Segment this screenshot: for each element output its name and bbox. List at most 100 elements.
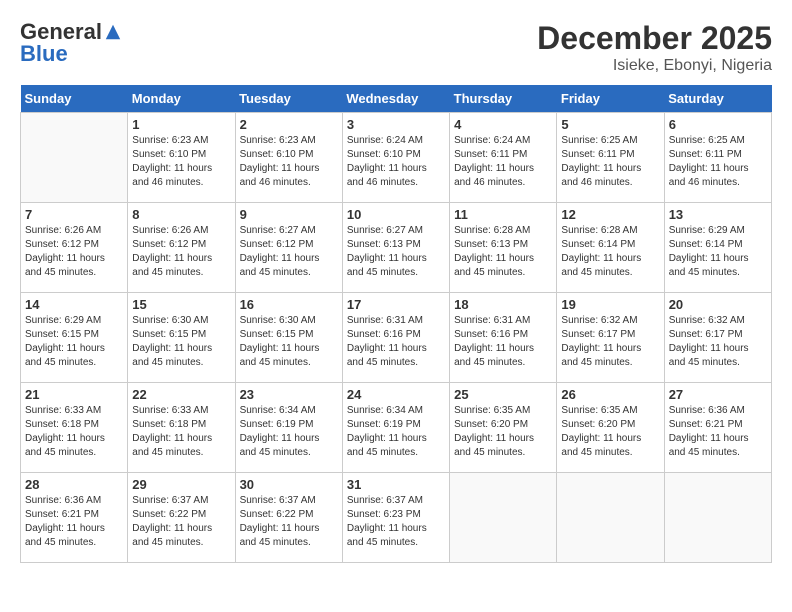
cell-sunrise: Sunrise: 6:23 AM: [132, 134, 230, 148]
cell-sunrise: Sunrise: 6:33 AM: [25, 404, 123, 418]
week-row-1: 7 Sunrise: 6:26 AM Sunset: 6:12 PM Dayli…: [21, 203, 772, 293]
cell-daylight: Daylight: 11 hours and 45 minutes.: [669, 342, 767, 370]
cell-sunrise: Sunrise: 6:24 AM: [347, 134, 445, 148]
table-row: 5 Sunrise: 6:25 AM Sunset: 6:11 PM Dayli…: [557, 113, 664, 203]
cell-daylight: Daylight: 11 hours and 45 minutes.: [669, 432, 767, 460]
table-row: 7 Sunrise: 6:26 AM Sunset: 6:12 PM Dayli…: [21, 203, 128, 293]
cell-date: 10: [347, 207, 445, 222]
cell-sunrise: Sunrise: 6:37 AM: [240, 494, 338, 508]
cell-sunrise: Sunrise: 6:37 AM: [132, 494, 230, 508]
cell-date: 18: [454, 297, 552, 312]
cell-sunset: Sunset: 6:13 PM: [454, 238, 552, 252]
cell-date: 17: [347, 297, 445, 312]
calendar-table: Sunday Monday Tuesday Wednesday Thursday…: [20, 85, 772, 563]
cell-date: 16: [240, 297, 338, 312]
table-row: 14 Sunrise: 6:29 AM Sunset: 6:15 PM Dayl…: [21, 293, 128, 383]
cell-date: 19: [561, 297, 659, 312]
table-row: 28 Sunrise: 6:36 AM Sunset: 6:21 PM Dayl…: [21, 473, 128, 563]
cell-daylight: Daylight: 11 hours and 46 minutes.: [132, 162, 230, 190]
cell-sunset: Sunset: 6:15 PM: [132, 328, 230, 342]
page-title: December 2025: [537, 20, 772, 57]
cell-date: 26: [561, 387, 659, 402]
week-row-3: 21 Sunrise: 6:33 AM Sunset: 6:18 PM Dayl…: [21, 383, 772, 473]
cell-sunrise: Sunrise: 6:26 AM: [25, 224, 123, 238]
cell-sunset: Sunset: 6:18 PM: [25, 418, 123, 432]
cell-sunset: Sunset: 6:10 PM: [240, 148, 338, 162]
cell-sunset: Sunset: 6:21 PM: [25, 508, 123, 522]
cell-sunrise: Sunrise: 6:35 AM: [561, 404, 659, 418]
cell-sunset: Sunset: 6:23 PM: [347, 508, 445, 522]
cell-date: 13: [669, 207, 767, 222]
cell-sunset: Sunset: 6:10 PM: [347, 148, 445, 162]
cell-daylight: Daylight: 11 hours and 45 minutes.: [25, 252, 123, 280]
cell-sunrise: Sunrise: 6:36 AM: [669, 404, 767, 418]
cell-date: 28: [25, 477, 123, 492]
col-monday: Monday: [128, 85, 235, 113]
cell-date: 14: [25, 297, 123, 312]
logo-blue: Blue: [20, 42, 122, 66]
cell-sunrise: Sunrise: 6:30 AM: [240, 314, 338, 328]
table-row: 24 Sunrise: 6:34 AM Sunset: 6:19 PM Dayl…: [342, 383, 449, 473]
cell-sunrise: Sunrise: 6:29 AM: [25, 314, 123, 328]
table-row: 18 Sunrise: 6:31 AM Sunset: 6:16 PM Dayl…: [450, 293, 557, 383]
week-row-2: 14 Sunrise: 6:29 AM Sunset: 6:15 PM Dayl…: [21, 293, 772, 383]
cell-sunrise: Sunrise: 6:31 AM: [454, 314, 552, 328]
cell-date: 6: [669, 117, 767, 132]
cell-sunrise: Sunrise: 6:28 AM: [561, 224, 659, 238]
cell-sunset: Sunset: 6:16 PM: [347, 328, 445, 342]
table-row: 25 Sunrise: 6:35 AM Sunset: 6:20 PM Dayl…: [450, 383, 557, 473]
cell-sunset: Sunset: 6:14 PM: [669, 238, 767, 252]
cell-sunrise: Sunrise: 6:24 AM: [454, 134, 552, 148]
cell-sunset: Sunset: 6:12 PM: [25, 238, 123, 252]
cell-date: 7: [25, 207, 123, 222]
cell-daylight: Daylight: 11 hours and 46 minutes.: [240, 162, 338, 190]
cell-daylight: Daylight: 11 hours and 45 minutes.: [240, 342, 338, 370]
cell-sunset: Sunset: 6:22 PM: [240, 508, 338, 522]
table-row: 3 Sunrise: 6:24 AM Sunset: 6:10 PM Dayli…: [342, 113, 449, 203]
table-row: 8 Sunrise: 6:26 AM Sunset: 6:12 PM Dayli…: [128, 203, 235, 293]
cell-sunrise: Sunrise: 6:25 AM: [669, 134, 767, 148]
cell-daylight: Daylight: 11 hours and 45 minutes.: [132, 252, 230, 280]
table-row: 17 Sunrise: 6:31 AM Sunset: 6:16 PM Dayl…: [342, 293, 449, 383]
cell-sunrise: Sunrise: 6:26 AM: [132, 224, 230, 238]
cell-daylight: Daylight: 11 hours and 45 minutes.: [454, 252, 552, 280]
cell-daylight: Daylight: 11 hours and 45 minutes.: [454, 432, 552, 460]
table-row: [664, 473, 771, 563]
cell-daylight: Daylight: 11 hours and 46 minutes.: [561, 162, 659, 190]
table-row: 4 Sunrise: 6:24 AM Sunset: 6:11 PM Dayli…: [450, 113, 557, 203]
logo-icon: [104, 23, 122, 41]
col-tuesday: Tuesday: [235, 85, 342, 113]
table-row: 29 Sunrise: 6:37 AM Sunset: 6:22 PM Dayl…: [128, 473, 235, 563]
table-row: 10 Sunrise: 6:27 AM Sunset: 6:13 PM Dayl…: [342, 203, 449, 293]
cell-daylight: Daylight: 11 hours and 45 minutes.: [25, 432, 123, 460]
table-row: 11 Sunrise: 6:28 AM Sunset: 6:13 PM Dayl…: [450, 203, 557, 293]
cell-daylight: Daylight: 11 hours and 46 minutes.: [347, 162, 445, 190]
cell-daylight: Daylight: 11 hours and 45 minutes.: [669, 252, 767, 280]
page-subtitle: Isieke, Ebonyi, Nigeria: [537, 57, 772, 75]
cell-date: 21: [25, 387, 123, 402]
cell-daylight: Daylight: 11 hours and 45 minutes.: [240, 252, 338, 280]
cell-daylight: Daylight: 11 hours and 45 minutes.: [25, 342, 123, 370]
cell-sunrise: Sunrise: 6:37 AM: [347, 494, 445, 508]
cell-sunrise: Sunrise: 6:34 AM: [347, 404, 445, 418]
cell-sunrise: Sunrise: 6:31 AM: [347, 314, 445, 328]
table-row: 2 Sunrise: 6:23 AM Sunset: 6:10 PM Dayli…: [235, 113, 342, 203]
cell-sunset: Sunset: 6:11 PM: [454, 148, 552, 162]
cell-sunrise: Sunrise: 6:27 AM: [347, 224, 445, 238]
cell-date: 11: [454, 207, 552, 222]
cell-date: 4: [454, 117, 552, 132]
table-row: [450, 473, 557, 563]
cell-sunset: Sunset: 6:15 PM: [25, 328, 123, 342]
logo: General Blue: [20, 20, 122, 66]
cell-daylight: Daylight: 11 hours and 45 minutes.: [347, 252, 445, 280]
cell-date: 9: [240, 207, 338, 222]
cell-daylight: Daylight: 11 hours and 45 minutes.: [454, 342, 552, 370]
col-saturday: Saturday: [664, 85, 771, 113]
cell-sunset: Sunset: 6:21 PM: [669, 418, 767, 432]
cell-sunrise: Sunrise: 6:36 AM: [25, 494, 123, 508]
table-row: 6 Sunrise: 6:25 AM Sunset: 6:11 PM Dayli…: [664, 113, 771, 203]
col-sunday: Sunday: [21, 85, 128, 113]
cell-sunset: Sunset: 6:16 PM: [454, 328, 552, 342]
table-row: [557, 473, 664, 563]
cell-sunrise: Sunrise: 6:33 AM: [132, 404, 230, 418]
